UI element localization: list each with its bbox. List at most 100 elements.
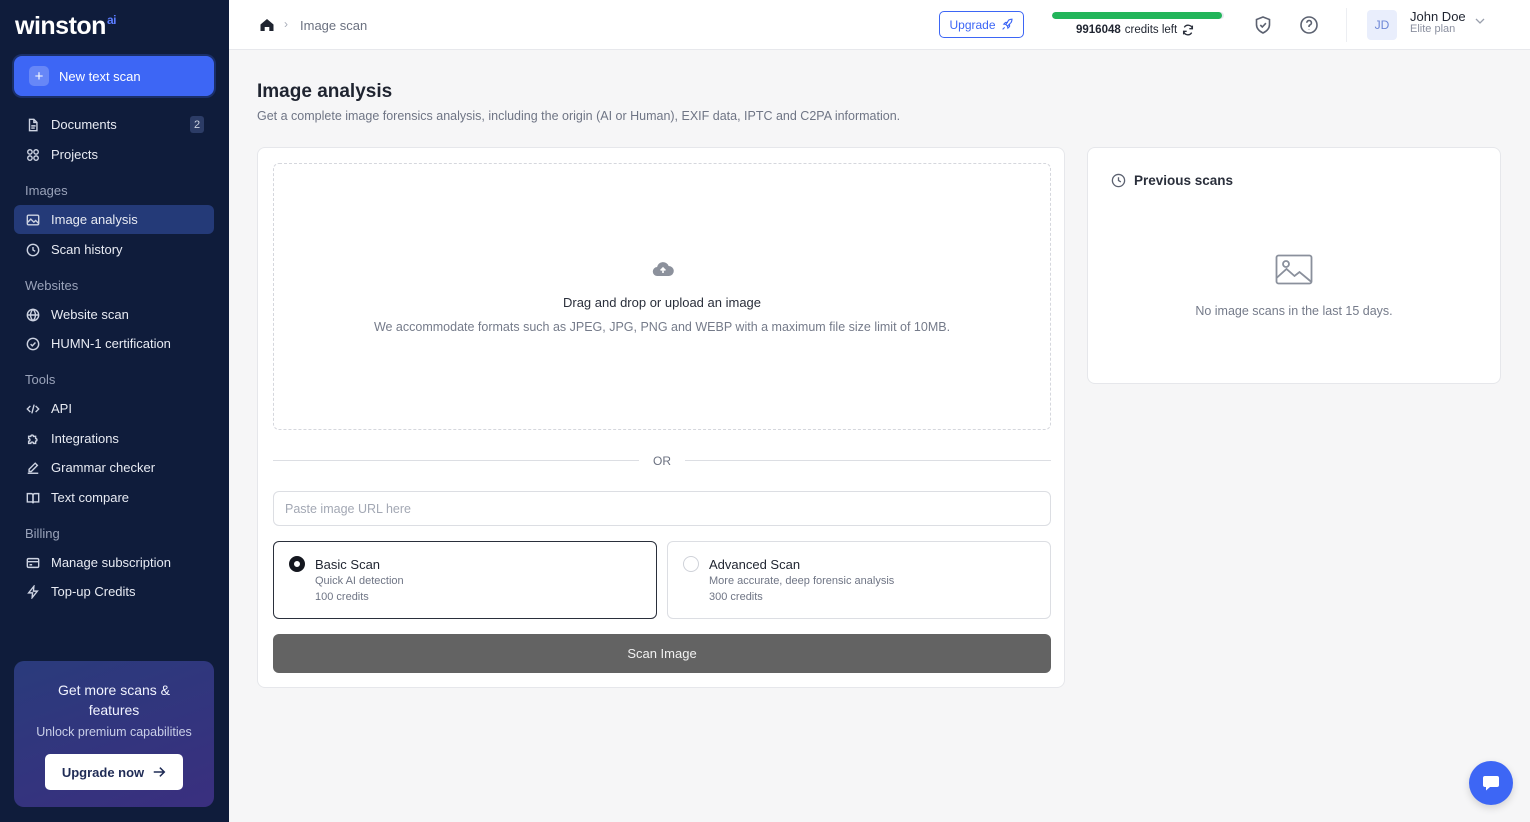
page-subtitle: Get a complete image forensics analysis,… [257,109,901,123]
divider [1346,8,1347,42]
sidebar-item-grammar-checker[interactable]: Grammar checker [14,453,214,482]
sidebar-item-projects[interactable]: Projects [14,140,214,169]
option-description: More accurate, deep forensic analysis [709,575,895,587]
book-icon [26,491,40,505]
upgrade-promo-card: Get more scans & features Unlock premium… [14,661,214,807]
empty-state-text: No image scans in the last 15 days. [1195,304,1393,318]
sidebar-item-documents[interactable]: Documents 2 [14,110,214,139]
sidebar-item-label: Text compare [51,490,130,505]
sidebar-item-label: Scan history [51,242,123,257]
sidebar-item-label: Grammar checker [51,460,156,475]
sidebar-item-label: Manage subscription [51,555,171,570]
option-credits: 100 credits [315,591,369,603]
or-separator: OR [653,454,671,468]
scan-image-button[interactable]: Scan Image [273,634,1051,673]
chat-support-button[interactable] [1469,761,1513,805]
section-label-websites: Websites [25,278,79,293]
dropzone-title: Drag and drop or upload an image [562,295,762,310]
option-description: Quick AI detection [315,575,404,587]
sidebar-item-label: Website scan [51,307,129,322]
advanced-scan-option[interactable]: Advanced Scan More accurate, deep forens… [667,541,1051,619]
user-plan: Elite plan [1410,23,1456,35]
clock-icon [26,243,40,257]
basic-scan-option[interactable]: Basic Scan Quick AI detection 100 credit… [273,541,657,619]
credit-card-icon [26,556,40,570]
section-label-billing: Billing [25,526,60,541]
credits-value: 9916048 [1076,24,1121,36]
top-bar: › Image scan Upgrade 9916048 credits lef… [229,0,1530,50]
chat-icon [1483,776,1499,791]
sidebar-item-integrations[interactable]: Integrations [14,424,214,453]
lightning-icon [26,584,40,599]
sidebar-item-label: HUMN-1 certification [51,336,171,351]
logo[interactable]: winstonai [15,12,116,41]
sidebar-item-humn-certification[interactable]: HUMN-1 certification [14,329,214,358]
sidebar-item-website-scan[interactable]: Website scan [14,300,214,329]
option-title: Advanced Scan [709,557,801,572]
divider [273,460,639,461]
previous-scans-card: Previous scans No image scans in the las… [1087,147,1501,384]
breadcrumb-current: Image scan [300,18,368,33]
option-credits: 300 credits [709,591,763,603]
document-icon [26,118,40,132]
documents-count-badge: 2 [190,116,204,133]
sidebar-item-label: Top-up Credits [51,584,136,599]
sidebar-item-label: Projects [51,147,98,162]
plus-icon: + [29,66,49,86]
sidebar-item-top-up-credits[interactable]: Top-up Credits [14,577,214,606]
check-circle-icon [26,337,40,351]
credits-progress-bar [1052,12,1224,19]
image-url-input[interactable] [273,491,1051,526]
previous-scans-title: Previous scans [1134,173,1234,188]
section-label-images: Images [25,183,68,198]
sidebar-item-scan-history[interactable]: Scan history [14,235,214,264]
image-placeholder-icon [1275,254,1313,285]
credits-progress-fill [1052,12,1223,19]
upgrade-label: Upgrade [949,17,996,32]
new-text-scan-button[interactable]: + New text scan [14,56,214,96]
image-icon [26,213,40,227]
globe-icon [26,307,40,322]
basic-scan-radio[interactable] [289,556,305,572]
grid-icon [26,148,40,162]
chevron-down-icon[interactable] [1474,15,1486,27]
sidebar-item-label: Documents [51,117,117,132]
option-title: Basic Scan [315,557,381,572]
dropzone-subtitle: We accommodate formats such as JPEG, JPG… [373,320,951,334]
sidebar-item-text-compare[interactable]: Text compare [14,483,214,512]
new-text-scan-label: New text scan [59,68,141,84]
upgrade-now-label: Upgrade now [61,764,145,780]
section-label-tools: Tools [25,372,56,387]
sidebar-item-label: API [51,401,72,416]
advanced-scan-radio[interactable] [683,556,699,572]
sidebar-item-image-analysis[interactable]: Image analysis [14,205,214,234]
avatar[interactable]: JD [1367,10,1397,40]
chevron-right-icon: › [284,17,288,31]
page-title: Image analysis [257,81,393,102]
sidebar-item-api[interactable]: API [14,394,214,423]
image-dropzone[interactable]: Drag and drop or upload an image We acco… [273,163,1051,430]
help-icon[interactable] [1299,15,1319,35]
cloud-upload-icon [652,262,674,277]
home-icon[interactable] [259,17,275,33]
upgrade-button[interactable]: Upgrade [939,11,1024,38]
pencil-icon [26,461,40,475]
puzzle-icon [26,432,40,446]
sidebar: winstonai + New text scan Documents 2 Pr… [0,0,229,822]
credits-suffix: credits left [1124,24,1178,36]
promo-subtitle: Unlock premium capabilities [36,725,192,739]
refresh-icon[interactable] [1181,23,1195,37]
promo-title: Get more scans & features [57,682,171,718]
clock-icon [1111,173,1126,188]
code-icon [26,402,40,416]
shield-icon[interactable] [1253,15,1273,35]
arrow-right-icon [153,767,166,777]
image-scan-card: Drag and drop or upload an image We acco… [257,147,1065,688]
credits-readout: 9916048 credits left [1076,23,1195,37]
sidebar-item-label: Image analysis [51,212,138,227]
user-name[interactable]: John Doe [1410,9,1466,24]
rocket-icon [1001,18,1013,30]
upgrade-now-button[interactable]: Upgrade now [45,754,183,790]
sidebar-item-label: Integrations [51,431,119,446]
sidebar-item-manage-subscription[interactable]: Manage subscription [14,548,214,577]
